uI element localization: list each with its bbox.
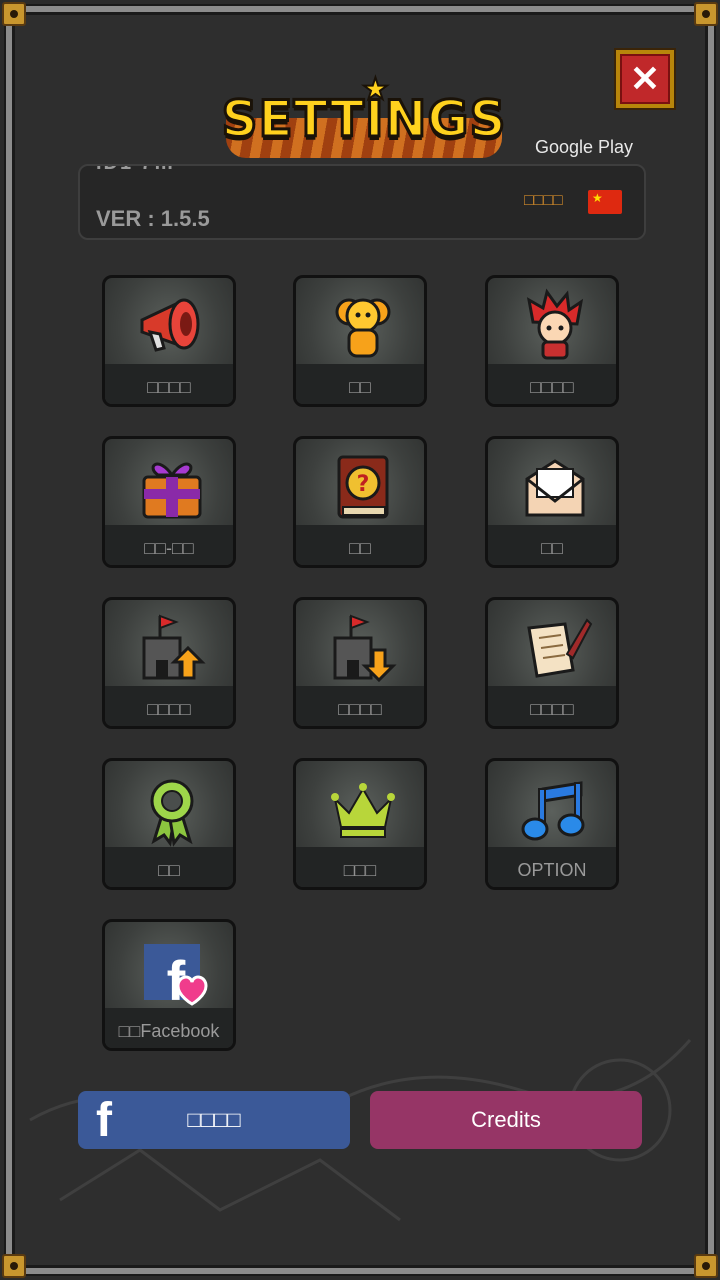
tile-terms[interactable]: □□□□ [485, 597, 619, 729]
tile-label: □□Facebook [118, 1021, 220, 1041]
tile-label: □□ [349, 538, 371, 558]
tile-gift-code[interactable]: □□-□□ [102, 436, 236, 568]
frame-corner [2, 2, 26, 26]
crown-icon [331, 783, 395, 838]
gift-box-icon [142, 462, 202, 519]
tile-label: □□-□□ [144, 538, 194, 558]
megaphone-icon [140, 298, 200, 352]
tile-achievements[interactable]: □□ [102, 758, 236, 890]
tile-label: □□□□ [147, 699, 191, 719]
tile-label: OPTION [517, 860, 587, 880]
tile-label: □□ [158, 860, 180, 880]
facebook-button-label: □□□□ [187, 1107, 241, 1132]
tile-facebook-like[interactable]: f □□Facebook [102, 919, 236, 1051]
tile-label: □□□□ [147, 377, 191, 397]
user-id: ID1 7… [96, 166, 176, 175]
facebook-icon: f [96, 1094, 112, 1147]
tile-mail[interactable]: □□ [485, 436, 619, 568]
credits-button[interactable]: Credits [370, 1091, 642, 1149]
envelope-icon [525, 459, 585, 517]
page-title: SETTINGS [220, 89, 507, 150]
china-flag-icon[interactable]: ★ [588, 190, 622, 214]
tile-leaderboard[interactable]: □□□ [293, 758, 427, 890]
version-label: VER : 1.5.5 [96, 206, 210, 231]
tile-hero[interactable]: □□□□ [485, 275, 619, 407]
account-info-bar: ID1 7… VER : 1.5.5 □□□□ ★ [78, 164, 646, 240]
golden-figure-icon [335, 298, 391, 358]
tile-download-save[interactable]: □□□□ [293, 597, 427, 729]
scroll-quill-icon [527, 618, 593, 678]
tile-label: □□ [541, 538, 563, 558]
red-hair-hero-icon [526, 288, 584, 360]
castle-download-icon [333, 614, 397, 683]
tile-label: □□□□ [338, 699, 382, 719]
tile-label: □□□ [343, 860, 377, 880]
tile-label: □□□□ [530, 377, 574, 397]
facebook-heart-icon: f [144, 944, 208, 1010]
tile-label: □□ [349, 377, 371, 397]
tile-buddy[interactable]: □□ [293, 275, 427, 407]
close-button[interactable]: ✕ [614, 48, 676, 110]
music-note-icon [521, 781, 585, 841]
close-icon: ✕ [620, 54, 670, 104]
tile-option[interactable]: OPTION [485, 758, 619, 890]
award-ribbon-icon [150, 779, 194, 847]
facebook-login-button[interactable]: f □□□□ [78, 1091, 350, 1149]
tile-notice[interactable]: □□□□ [102, 275, 236, 407]
google-play-label[interactable]: Google Play [535, 137, 633, 158]
credits-button-label: Credits [471, 1107, 541, 1132]
tile-upload-save[interactable]: □□□□ [102, 597, 236, 729]
frame-corner [694, 2, 718, 26]
help-book-icon: ? [337, 455, 389, 519]
tile-label: □□□□ [530, 699, 574, 719]
tile-help[interactable]: ? □□ [293, 436, 427, 568]
language-label[interactable]: □□□□ [524, 192, 563, 210]
svg-text:?: ? [357, 472, 370, 497]
castle-upload-icon [142, 614, 206, 680]
settings-title: ★ SETTINGS [216, 70, 512, 170]
